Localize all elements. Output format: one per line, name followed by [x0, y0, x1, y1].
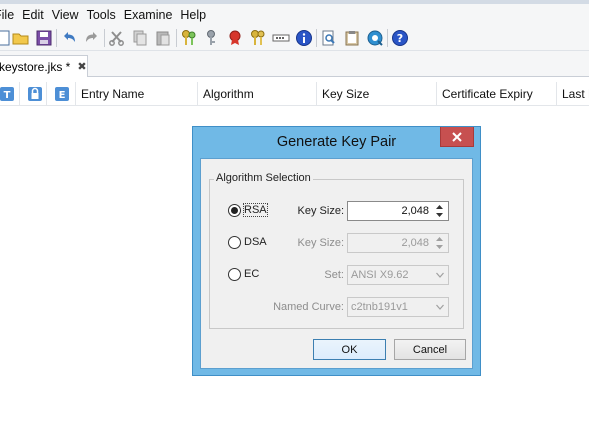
rsa-key-size-label: Key Size:	[297, 205, 344, 217]
import-key-pair-icon[interactable]	[248, 28, 268, 48]
tab-close-icon[interactable]: ✖	[77, 60, 86, 73]
column-entry-name[interactable]: Entry Name	[76, 82, 198, 106]
ec-label[interactable]: EC	[244, 268, 259, 280]
rsa-radio[interactable]	[228, 204, 241, 217]
menu-bar: File Edit View Tools Examine Help	[0, 0, 589, 25]
column-algorithm[interactable]: Algorithm	[198, 82, 317, 106]
column-last-modified[interactable]: Last M	[557, 82, 589, 106]
examine-clipboard-icon[interactable]	[342, 28, 362, 48]
dsa-key-size-spinner: 2,048	[347, 233, 449, 253]
ec-named-curve-select: c2tnb191v1	[347, 297, 449, 317]
column-key-size[interactable]: Key Size	[317, 82, 437, 106]
ec-named-curve-label: Named Curve:	[273, 301, 344, 313]
menu-file[interactable]: File	[0, 5, 18, 25]
tab-label: keystore.jks *	[0, 59, 71, 74]
svg-text:E: E	[59, 90, 66, 101]
dialog-body: Algorithm Selection RSA Key Size: 2,048 …	[200, 158, 473, 369]
algorithm-selection-group: Algorithm Selection RSA Key Size: 2,048 …	[209, 172, 464, 329]
menu-view[interactable]: View	[48, 5, 83, 25]
menu-tools[interactable]: Tools	[83, 5, 120, 25]
tab-keystore[interactable]: keystore.jks * ✖	[0, 55, 88, 77]
menu-help[interactable]: Help	[176, 5, 210, 25]
paste-icon[interactable]	[153, 28, 173, 48]
svg-text:?: ?	[397, 32, 403, 45]
ec-set-label: Set:	[324, 269, 344, 281]
help-icon[interactable]: ?	[390, 28, 410, 48]
generate-key-pair-icon[interactable]	[179, 28, 199, 48]
cancel-button[interactable]: Cancel	[394, 339, 466, 360]
rsa-key-size-spinner[interactable]: 2,048	[347, 201, 449, 221]
open-keystore-icon[interactable]	[11, 28, 31, 48]
group-label: Algorithm Selection	[214, 172, 313, 184]
chevron-down-icon	[436, 272, 444, 278]
table-header: T E Entry Name Algorithm Key Size Certif…	[0, 82, 589, 106]
cut-icon[interactable]	[107, 28, 127, 48]
dialog-close-button[interactable]	[440, 127, 474, 147]
rsa-label[interactable]: RSA	[243, 203, 268, 217]
svg-text:T: T	[4, 90, 11, 101]
close-icon	[452, 131, 462, 142]
ec-named-curve-value: c2tnb191v1	[351, 301, 408, 313]
chevron-down-icon	[436, 213, 443, 217]
dialog-title: Generate Key Pair	[276, 134, 397, 150]
save-keystore-icon[interactable]	[34, 28, 54, 48]
ec-set-select: ANSI X9.62	[347, 265, 449, 285]
dsa-radio[interactable]	[228, 236, 241, 249]
dsa-label[interactable]: DSA	[244, 236, 267, 248]
menu-examine[interactable]: Examine	[120, 5, 177, 25]
examine-ssl-icon[interactable]	[365, 28, 385, 48]
copy-icon[interactable]	[130, 28, 150, 48]
entry-type-icon: T	[0, 87, 14, 101]
menu-edit[interactable]: Edit	[18, 5, 48, 25]
ec-set-value: ANSI X9.62	[351, 269, 409, 281]
spin-down-button[interactable]	[432, 211, 447, 219]
undo-icon[interactable]	[59, 28, 79, 48]
examine-file-icon[interactable]	[319, 28, 339, 48]
import-trusted-cert-icon[interactable]	[225, 28, 245, 48]
chevron-up-icon	[436, 237, 443, 241]
rsa-key-size-value: 2,048	[401, 205, 429, 217]
column-entry-type[interactable]: T	[0, 82, 20, 106]
chevron-down-icon	[436, 245, 443, 249]
toolbar: ?	[0, 25, 589, 51]
dsa-key-size-value: 2,048	[401, 237, 429, 249]
generate-secret-key-icon[interactable]	[202, 28, 222, 48]
set-password-icon[interactable]	[271, 28, 291, 48]
column-certificate-expiry[interactable]: Certificate Expiry	[437, 82, 557, 106]
dsa-key-size-label: Key Size:	[297, 237, 344, 249]
tab-strip: keystore.jks * ✖	[0, 51, 589, 77]
ok-button[interactable]: OK	[313, 339, 386, 360]
lock-icon	[28, 87, 42, 101]
spin-down-button	[432, 243, 447, 251]
chevron-down-icon	[436, 304, 444, 310]
spin-up-button	[432, 235, 447, 243]
expiry-icon: E	[55, 87, 69, 101]
generate-key-pair-dialog: Generate Key Pair Algorithm Selection RS…	[192, 126, 481, 376]
column-expiry-status[interactable]: E	[47, 82, 76, 106]
properties-icon[interactable]	[294, 28, 314, 48]
column-lock-status[interactable]	[20, 82, 47, 106]
redo-icon[interactable]	[82, 28, 102, 48]
spin-up-button[interactable]	[432, 203, 447, 211]
chevron-up-icon	[436, 205, 443, 209]
ec-radio[interactable]	[228, 268, 241, 281]
